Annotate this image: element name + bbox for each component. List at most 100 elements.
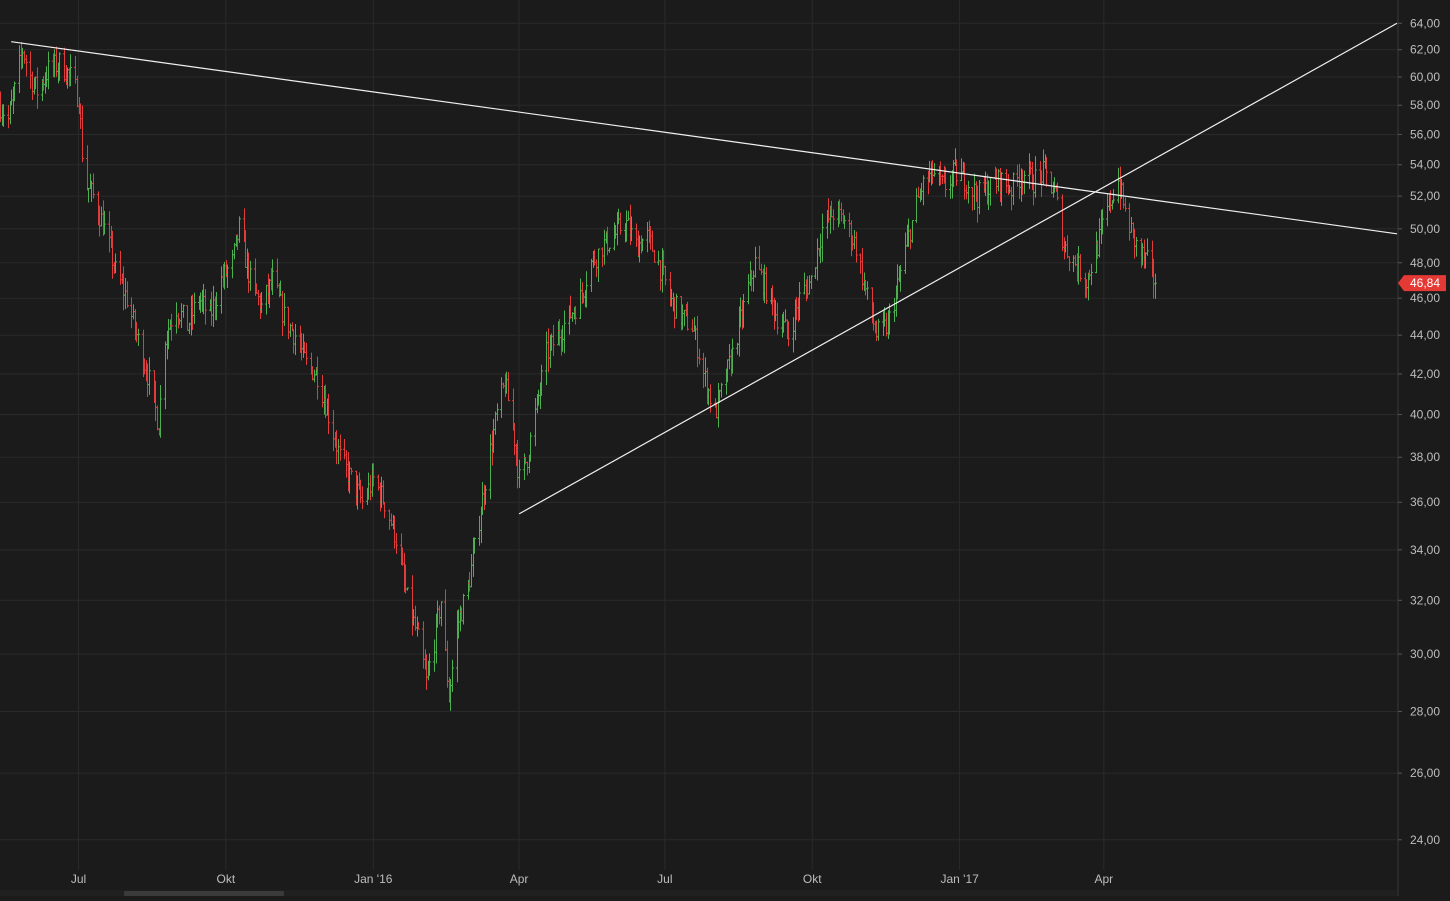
ohlc-bar: [180, 303, 183, 329]
ohlc-bar: [1012, 172, 1015, 206]
ohlc-bar: [803, 272, 806, 295]
ohlc-bar: [186, 305, 189, 331]
ohlc-bar: [579, 278, 582, 320]
ohlc-bar: [108, 211, 111, 253]
ohlc-bar: [691, 319, 694, 333]
ohlc-bar: [462, 593, 465, 625]
ohlc-bar: [967, 180, 970, 204]
ohlc-bar: [287, 306, 290, 340]
y-tick-label: 48,00: [1410, 256, 1440, 270]
ohlc-bar: [265, 284, 268, 315]
y-tick-label: 50,00: [1410, 222, 1440, 236]
time-axis[interactable]: Jul Okt Jan '16 Apr Jul Okt Jan '17 Apr: [71, 872, 1113, 886]
ohlc-bar: [909, 229, 912, 250]
trendline-support[interactable]: [518, 22, 1398, 515]
ohlc-bar: [1146, 238, 1149, 256]
ohlc-bar: [343, 438, 346, 460]
trendline-resistance[interactable]: [11, 41, 1398, 235]
ohlc-bar: [440, 601, 443, 627]
ohlc-bar: [500, 377, 503, 418]
ohlc-bar: [760, 263, 763, 275]
x-tick-label: Apr: [1094, 872, 1113, 886]
ohlc-bar: [87, 187, 90, 203]
ohlc-bar: [1034, 156, 1037, 198]
y-tick-label: 28,00: [1410, 704, 1440, 718]
ohlc-bar: [31, 71, 34, 101]
ohlc-bar: [1016, 164, 1019, 187]
ohlc-bar: [973, 173, 976, 211]
trendlines[interactable]: [11, 22, 1398, 515]
ohlc-bar: [855, 231, 858, 263]
ohlc-bar: [361, 486, 364, 510]
ohlc-bar: [292, 328, 295, 354]
y-tick-label: 38,00: [1410, 450, 1440, 464]
y-tick-label: 34,00: [1410, 543, 1440, 557]
ohlc-bar: [840, 202, 843, 222]
x-tick-label: Jul: [71, 872, 86, 886]
ohlc-bar: [1124, 197, 1127, 212]
ohlc-bar: [164, 341, 167, 410]
ohlc-bar: [377, 474, 380, 491]
ohlc-bar: [877, 318, 880, 341]
ohlc-bar: [411, 575, 414, 636]
ohlc-bar: [507, 372, 510, 402]
price-axis[interactable]: 24,00 26,00 28,00 30,00 32,00 34,00 36,00 38,00…: [1398, 16, 1440, 847]
ohlc-bar: [635, 223, 638, 248]
ohlc-bar: [904, 232, 907, 274]
ohlc-bar: [646, 222, 649, 253]
ohlc-bar: [446, 640, 449, 688]
x-tick-label: Okt: [217, 872, 236, 886]
ohlc-bar: [696, 315, 699, 368]
ohlc-bar: [1042, 149, 1045, 185]
x-tick-label: Okt: [803, 872, 822, 886]
ohlc-bar: [1068, 256, 1071, 272]
y-tick-label: 52,00: [1410, 189, 1440, 203]
ohlc-bar: [444, 589, 447, 652]
ohlc-bar: [922, 175, 925, 206]
ohlc-bar: [808, 275, 811, 295]
ohlc-bar: [337, 439, 340, 465]
ohlc-bar: [1079, 253, 1082, 282]
ohlc-bar: [752, 270, 755, 292]
ohlc-bar: [23, 50, 26, 64]
ohlc-bar: [1135, 237, 1138, 257]
ohlc-bar: [124, 278, 127, 310]
ohlc-bar: [313, 369, 316, 383]
ohlc-bar: [204, 289, 207, 325]
ohlc-bar: [1090, 263, 1093, 286]
ohlc-bar: [552, 324, 555, 357]
ohlc-bar: [25, 54, 28, 77]
time-scrollbar-thumb[interactable]: [124, 891, 284, 896]
ohlc-bar: [182, 304, 185, 318]
ohlc-bar: [747, 274, 750, 305]
ohlc-chart-svg[interactable]: 24,00 26,00 28,00 30,00 32,00 34,00 36,00 38,00…: [0, 0, 1450, 896]
y-tick-label: 30,00: [1410, 647, 1440, 661]
ohlc-bar: [848, 212, 851, 238]
ohlc-bar: [451, 659, 454, 693]
ohlc-bar: [175, 302, 178, 334]
ohlc-bar: [518, 459, 521, 488]
ohlc-bar: [989, 177, 992, 206]
ohlc-bar: [997, 169, 1000, 192]
ohlc-bar: [81, 105, 84, 163]
ohlc-bar: [406, 587, 409, 591]
ohlc-bar: [720, 382, 723, 398]
ohlc-bar: [978, 179, 981, 215]
ohlc-bar: [231, 249, 234, 279]
ohlc-bar: [590, 258, 593, 292]
ohlc-bar: [369, 474, 372, 501]
ohlc-bar: [653, 249, 656, 263]
ohlc-bar: [832, 209, 835, 231]
ohlc-bar: [29, 51, 32, 89]
ohlc-bar: [814, 267, 817, 279]
ohlc-bar: [388, 509, 391, 530]
stock-chart[interactable]: 24,00 26,00 28,00 30,00 32,00 34,00 36,00 38,00…: [0, 0, 1450, 896]
x-tick-label: Jan '16: [354, 872, 393, 886]
ohlc-bar: [651, 230, 654, 252]
ohlc-bar: [776, 302, 779, 335]
ohlc-bar: [659, 260, 662, 291]
ohlc-bar: [911, 220, 914, 243]
ohlc-bar: [545, 331, 548, 385]
ohlc-bar: [563, 310, 566, 354]
ohlc-bar: [257, 289, 260, 306]
